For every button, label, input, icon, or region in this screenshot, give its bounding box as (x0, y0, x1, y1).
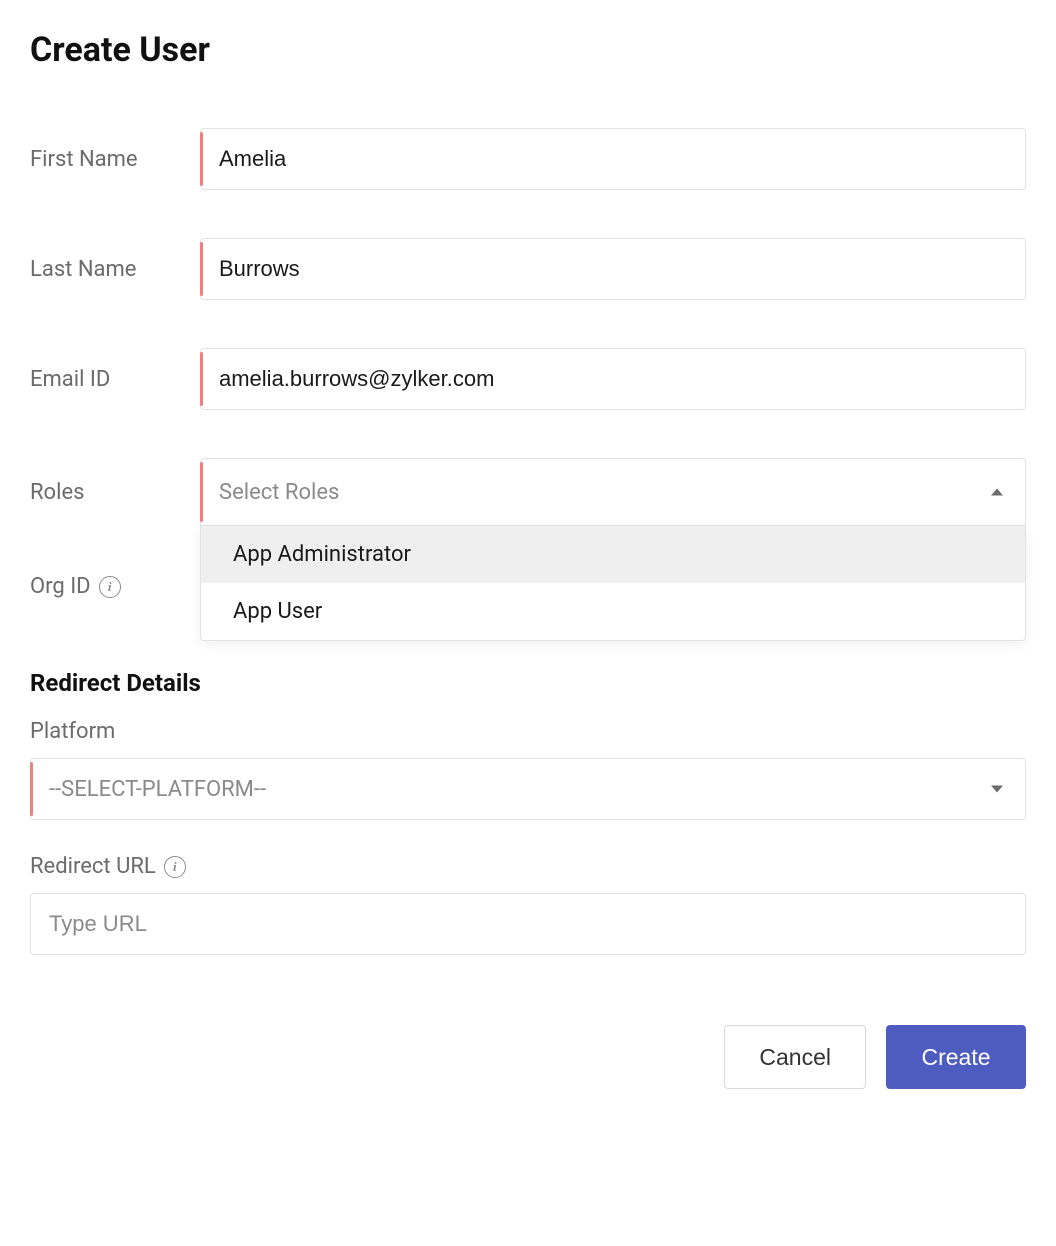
last-name-input[interactable] (200, 238, 1026, 300)
platform-label: Platform (30, 719, 1026, 744)
first-name-input[interactable] (200, 128, 1026, 190)
chevron-up-icon (991, 489, 1003, 496)
page-title: Create User (30, 30, 1026, 70)
redirect-url-group: Redirect URL i (30, 854, 1026, 955)
platform-group: Platform --SELECT-PLATFORM-- (30, 719, 1026, 820)
info-icon[interactable]: i (99, 576, 121, 598)
org-id-label-text: Org ID (30, 574, 91, 599)
roles-option-app-administrator[interactable]: App Administrator (201, 526, 1025, 583)
org-id-label: Org ID i (30, 574, 200, 599)
platform-field-wrap: --SELECT-PLATFORM-- (30, 758, 1026, 820)
actions: Cancel Create (30, 1025, 1026, 1089)
platform-placeholder: --SELECT-PLATFORM-- (49, 777, 266, 802)
redirect-url-label-text: Redirect URL (30, 854, 156, 879)
last-name-label: Last Name (30, 257, 200, 282)
roles-option-app-user[interactable]: App User (201, 583, 1025, 640)
roles-dropdown: App Administrator App User (200, 526, 1026, 641)
roles-label: Roles (30, 480, 200, 505)
last-name-row: Last Name (30, 238, 1026, 300)
chevron-down-icon (991, 786, 1003, 793)
first-name-row: First Name (30, 128, 1026, 190)
email-input[interactable] (200, 348, 1026, 410)
roles-field-wrap: Select Roles App Administrator App User (200, 458, 1026, 526)
redirect-url-label: Redirect URL i (30, 854, 1026, 879)
roles-placeholder: Select Roles (219, 480, 339, 505)
redirect-heading: Redirect Details (30, 669, 1026, 697)
cancel-button[interactable]: Cancel (724, 1025, 866, 1089)
redirect-url-field-wrap (30, 893, 1026, 955)
first-name-label: First Name (30, 147, 200, 172)
first-name-field-wrap (200, 128, 1026, 190)
redirect-url-input[interactable] (30, 893, 1026, 955)
last-name-field-wrap (200, 238, 1026, 300)
roles-row: Roles Select Roles App Administrator App… (30, 458, 1026, 526)
email-field-wrap (200, 348, 1026, 410)
platform-select[interactable]: --SELECT-PLATFORM-- (30, 758, 1026, 820)
email-label: Email ID (30, 367, 200, 392)
create-button[interactable]: Create (886, 1025, 1026, 1089)
email-row: Email ID (30, 348, 1026, 410)
info-icon[interactable]: i (164, 856, 186, 878)
roles-select[interactable]: Select Roles (200, 458, 1026, 526)
